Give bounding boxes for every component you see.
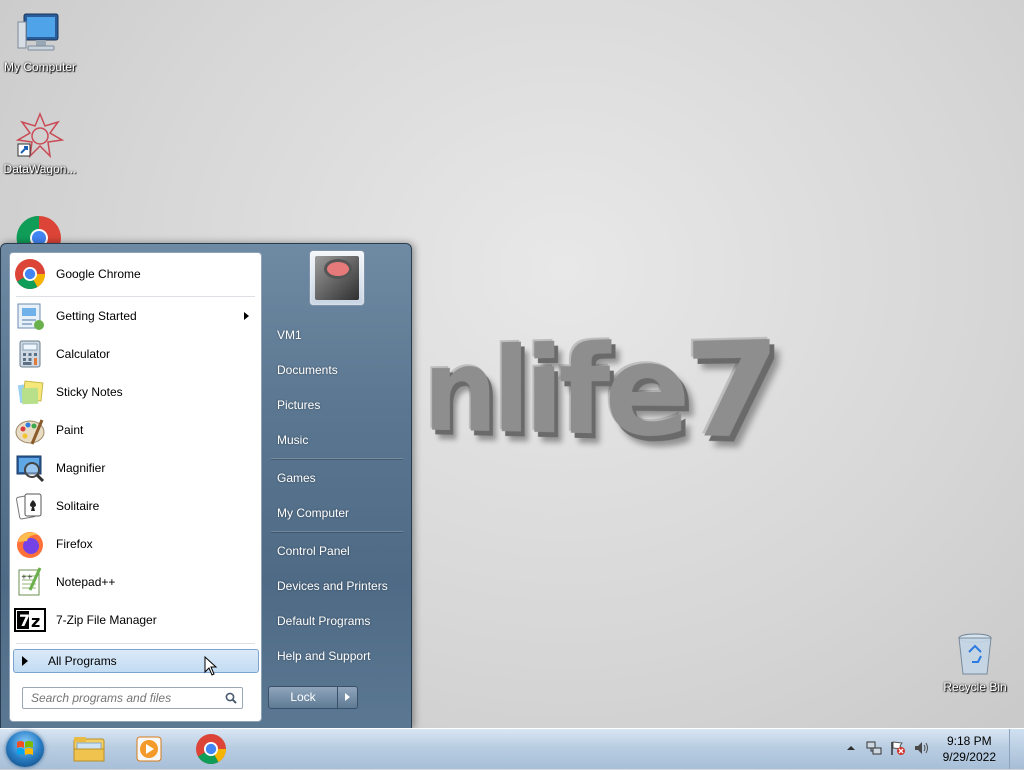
all-programs-label: All Programs [48,654,117,668]
program-item-firefox[interactable]: Firefox [10,525,261,563]
paint-icon [14,414,46,446]
mouse-cursor-icon [204,655,218,676]
taskbar-chrome-button[interactable] [184,731,238,767]
wallpaper-logo: nlife7 [423,312,774,470]
search-input[interactable] [29,690,223,706]
network-icon[interactable] [866,740,882,756]
magnifier-icon [14,452,46,484]
place-pictures[interactable]: Pictures [277,398,320,412]
lock-button[interactable]: Lock [268,686,338,709]
computer-icon [16,10,64,58]
show-hidden-icons-icon[interactable] [846,743,856,753]
expand-arrow-icon [22,656,28,666]
chrome-icon [14,258,46,290]
program-label: Sticky Notes [56,385,123,399]
svg-text:++: ++ [21,573,33,581]
search-box[interactable] [22,687,243,709]
program-label: Magnifier [56,461,106,475]
program-item-calculator[interactable]: Calculator [10,335,261,373]
place-help-support[interactable]: Help and Support [277,649,370,663]
program-item-getting-started[interactable]: Getting Started [10,297,261,335]
place-my-computer[interactable]: My Computer [277,506,349,520]
show-desktop-button[interactable] [1009,729,1024,769]
clock[interactable]: 9:18 PM 9/29/2022 [943,733,996,765]
program-label: Solitaire [56,499,100,513]
start-menu-programs-pane: Google Chrome Getting Started Calculator… [9,252,262,722]
place-user-folder[interactable]: VM1 [277,328,302,342]
svg-text:7: 7 [19,611,30,630]
desktop-icon-label: My Computer [3,60,77,74]
system-tray: 9:18 PM 9/29/2022 [834,729,1024,769]
place-games[interactable]: Games [277,471,316,485]
place-default-programs[interactable]: Default Programs [277,614,370,628]
recycle-bin-icon [951,630,999,678]
desktop-icon-my-computer[interactable]: My Computer [0,10,80,74]
clock-date: 9/29/2022 [942,750,996,764]
search-icon[interactable] [225,692,237,704]
program-item-paint[interactable]: Paint [10,411,261,449]
svg-text:z: z [31,612,40,631]
chevron-right-icon [345,693,350,701]
place-music[interactable]: Music [277,433,308,447]
program-list: Google Chrome Getting Started Calculator… [10,253,261,633]
taskbar-explorer-button[interactable] [62,731,116,767]
program-item-notepadpp[interactable]: ++ Notepad++ [10,563,261,601]
place-documents[interactable]: Documents [277,363,338,377]
program-label: Notepad++ [56,575,116,589]
program-label: Calculator [56,347,111,361]
7zip-icon: 7 z [14,604,46,636]
program-label: Google Chrome [56,267,141,281]
program-item-7zip[interactable]: 7 z 7-Zip File Manager [10,601,261,639]
avatar-image [315,256,359,300]
clock-time: 9:18 PM [946,734,992,748]
volume-icon[interactable] [914,740,930,756]
program-item-solitaire[interactable]: Solitaire [10,487,261,525]
notepadpp-icon: ++ [14,566,46,598]
explorer-icon [73,737,105,762]
action-center-flag-icon[interactable] [890,740,906,756]
desktop-icon-label: Recycle Bin [943,680,1007,694]
media-player-icon [136,736,162,762]
separator [16,643,255,644]
separator [271,458,403,459]
taskbar: 9:18 PM 9/29/2022 [0,728,1024,769]
getting-started-icon [14,300,46,332]
desktop-icon-datawagon[interactable]: DataWagon... [0,112,80,176]
datawagon-icon [15,112,65,160]
program-label: Firefox [56,537,93,551]
program-item-magnifier[interactable]: Magnifier [10,449,261,487]
start-button[interactable] [6,731,44,767]
taskbar-media-player-button[interactable] [122,731,176,767]
windows-logo-icon [17,741,33,755]
program-item-sticky-notes[interactable]: Sticky Notes [10,373,261,411]
calculator-icon [14,338,46,370]
start-menu-places-pane: VM1 Documents Pictures Music Games My Co… [263,244,411,728]
firefox-icon [14,528,46,560]
chrome-icon [196,734,226,765]
all-programs-button[interactable]: All Programs [13,649,259,673]
solitaire-icon [14,490,46,522]
place-devices-printers[interactable]: Devices and Printers [277,579,388,593]
desktop-icon-recycle-bin[interactable]: Recycle Bin [935,630,1015,694]
power-options-button[interactable] [337,686,358,709]
place-control-panel[interactable]: Control Panel [277,544,350,558]
submenu-arrow-icon[interactable] [244,312,249,320]
program-label: Paint [56,423,84,437]
desktop-icon-label: DataWagon... [3,162,77,176]
turntable-icon [327,262,349,276]
program-item-google-chrome[interactable]: Google Chrome [10,255,261,293]
program-label: 7-Zip File Manager [56,613,157,627]
program-label: Getting Started [56,309,137,323]
sticky-notes-icon [14,376,46,408]
user-avatar[interactable] [309,250,365,306]
separator [271,531,403,532]
